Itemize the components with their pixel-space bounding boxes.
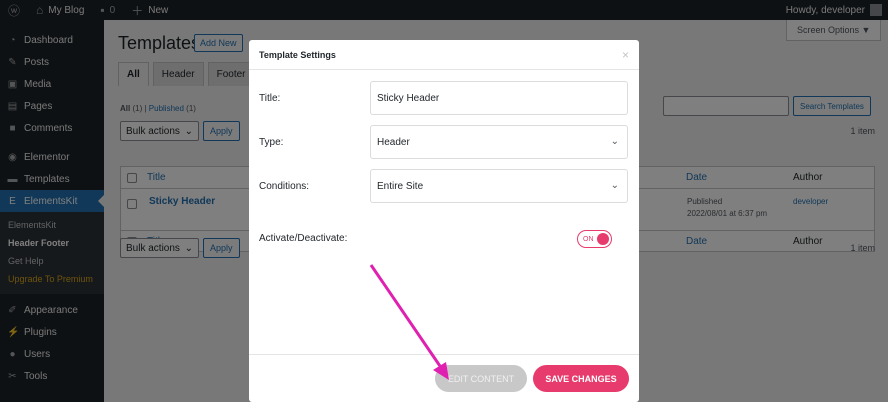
arrow-line bbox=[369, 264, 444, 370]
arrow-head bbox=[433, 362, 449, 380]
annotation-arrow bbox=[369, 264, 449, 380]
